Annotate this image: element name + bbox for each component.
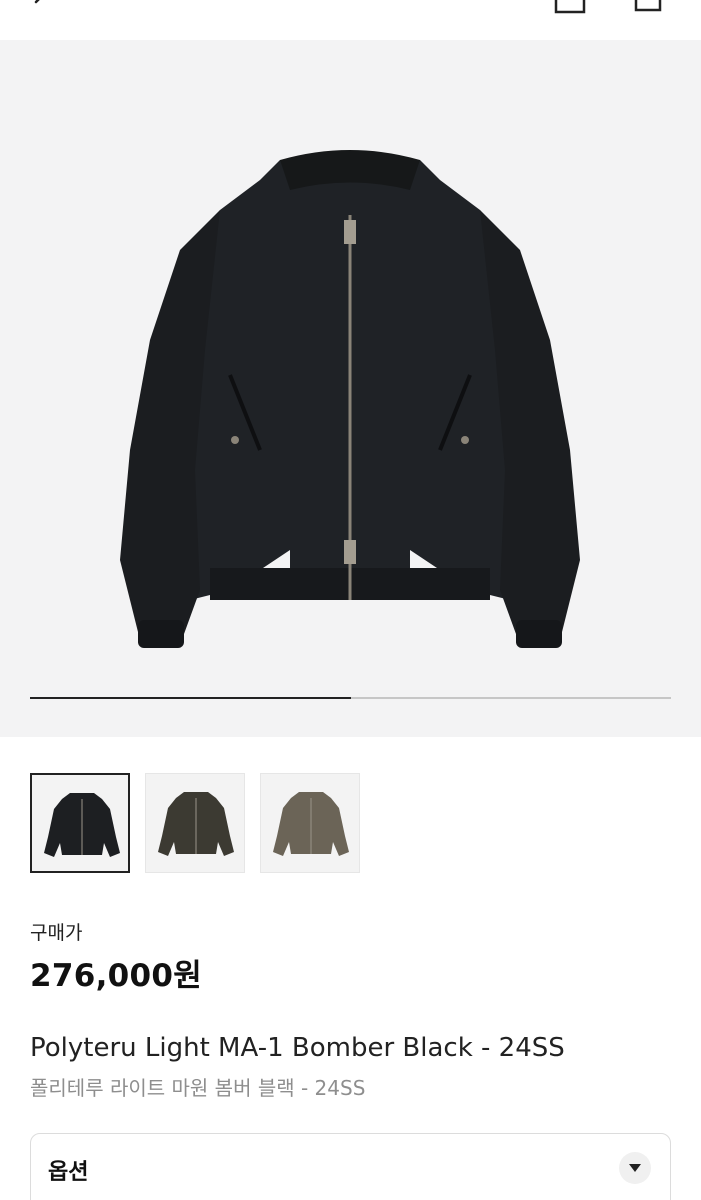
price-label: 구매가 [30,922,83,944]
chevron-down-icon[interactable] [619,1152,651,1184]
image-progress-fill [30,697,351,699]
product-title: Polyteru Light MA-1 Bomber Black - 24SS [30,1033,565,1063]
thumbnail-jacket-image [44,793,120,857]
thumbnail-jacket-image [158,792,234,856]
thumbnail-3[interactable] [260,773,360,873]
product-main-image [120,150,580,648]
product-subtitle: 폴리테루 라이트 마원 봄버 블랙 - 24SS [30,1076,366,1100]
product-image-gallery[interactable] [0,40,701,737]
option-label: 옵션 [48,1160,89,1185]
share-icon[interactable] [628,0,668,16]
price-value: 276,000원 [30,958,203,994]
chevron-left-icon[interactable] [22,0,58,18]
image-progress-track [30,697,671,699]
thumbnail-1[interactable] [30,773,130,873]
shopping-bag-icon[interactable] [552,0,588,16]
top-bar [0,0,701,40]
thumbnail-2[interactable] [145,773,245,873]
option-select[interactable]: 옵션 [30,1133,671,1200]
thumbnail-jacket-image [273,792,349,856]
